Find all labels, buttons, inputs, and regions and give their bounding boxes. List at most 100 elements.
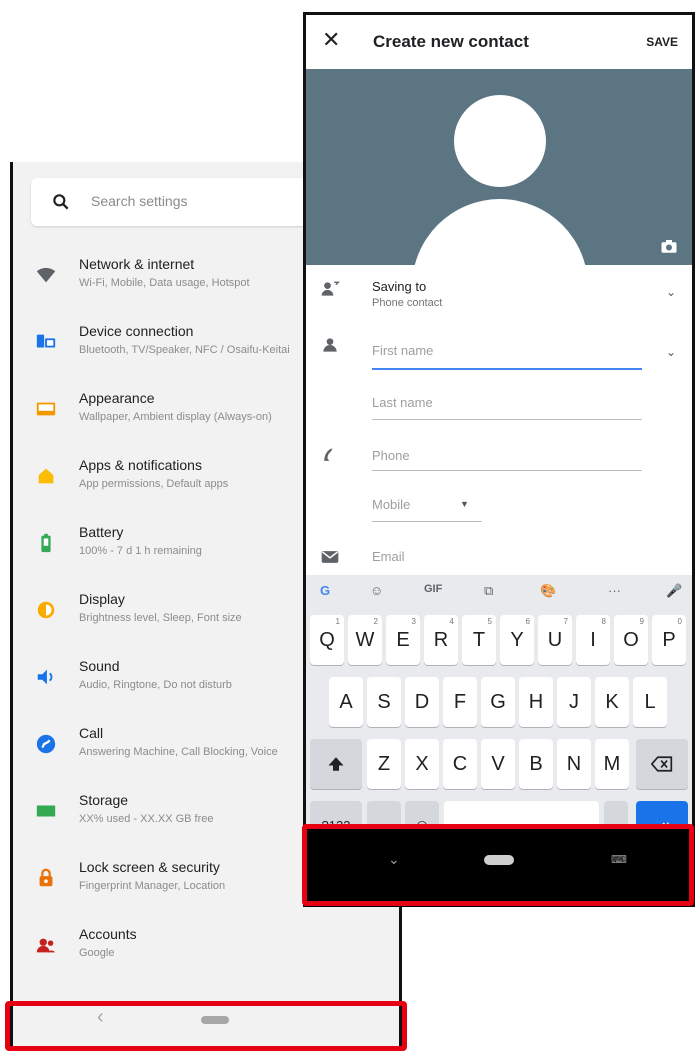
key-o[interactable]: O9 — [614, 615, 648, 665]
settings-item-subtitle: Fingerprint Manager, Location — [79, 880, 226, 892]
key-p[interactable]: P0 — [652, 615, 686, 665]
settings-item-title: Appearance — [79, 390, 155, 406]
key-w[interactable]: W2 — [348, 615, 382, 665]
more-icon[interactable]: ··· — [608, 583, 621, 598]
clipboard-icon[interactable]: ⧉ — [484, 583, 493, 599]
key-b[interactable]: B — [519, 739, 553, 789]
google-search-icon[interactable]: G — [320, 583, 330, 598]
settings-item-subtitle: App permissions, Default apps — [79, 478, 229, 490]
key-g[interactable]: G — [481, 677, 515, 727]
home-button[interactable] — [201, 1016, 229, 1024]
key-q[interactable]: Q1 — [310, 615, 344, 665]
settings-item-subtitle: Audio, Ringtone, Do not disturb — [79, 679, 232, 691]
palette-icon[interactable]: 🎨 — [540, 583, 556, 599]
settings-item-title: Call — [79, 725, 104, 741]
person-icon — [323, 338, 337, 352]
storage-icon — [36, 805, 56, 817]
camera-icon[interactable] — [660, 237, 678, 255]
key-v[interactable]: V — [481, 739, 515, 789]
microphone-icon[interactable]: 🎤 — [666, 583, 682, 599]
saving-to-value[interactable]: Phone contact — [372, 297, 442, 309]
keyboard-switch-icon[interactable]: ⌨ — [611, 853, 627, 866]
email-field[interactable]: Email — [372, 549, 405, 564]
apps-icon — [38, 468, 54, 484]
sticker-icon[interactable]: ☺ — [370, 583, 383, 598]
backspace-key[interactable] — [636, 739, 688, 789]
settings-item-title: Storage — [79, 792, 129, 808]
email-icon — [321, 551, 339, 563]
last-name-underline — [372, 419, 642, 420]
saving-to-label: Saving to — [372, 279, 427, 294]
key-hint: 0 — [677, 617, 682, 626]
settings-item-subtitle: Wallpaper, Ambient display (Always-on) — [79, 411, 272, 423]
chevron-down-icon[interactable]: ⌄ — [666, 285, 676, 299]
settings-item-title: Display — [79, 591, 125, 607]
phone-type-select[interactable]: Mobile — [372, 497, 410, 512]
key-hint: 8 — [601, 617, 606, 626]
settings-item-subtitle: Bluetooth, TV/Speaker, NFC / Osaifu-Keit… — [79, 344, 290, 356]
last-name-field[interactable]: Last name — [372, 395, 433, 410]
key-i[interactable]: I8 — [576, 615, 610, 665]
create-contact-screen: ✕ Create new contact SAVE Saving to Phon… — [303, 12, 695, 907]
settings-item-subtitle: Wi-Fi, Mobile, Data usage, Hotspot — [79, 277, 250, 289]
hide-keyboard-button[interactable]: ⌄ — [388, 851, 400, 868]
key-label: O — [623, 629, 639, 651]
account-switch-icon — [321, 281, 340, 296]
key-a[interactable]: A — [329, 677, 363, 727]
key-c[interactable]: C — [443, 739, 477, 789]
key-m[interactable]: M — [595, 739, 629, 789]
settings-item-title: Sound — [79, 658, 120, 674]
brightness-icon — [37, 601, 55, 619]
key-label: R — [433, 629, 449, 651]
key-hint: 7 — [563, 617, 568, 626]
key-label: I — [590, 629, 596, 651]
dropdown-arrow-icon: ▼ — [460, 499, 469, 509]
key-z[interactable]: Z — [367, 739, 401, 789]
key-k[interactable]: K — [595, 677, 629, 727]
key-hint: 3 — [411, 617, 416, 626]
key-u[interactable]: U7 — [538, 615, 572, 665]
settings-item-title: Network & internet — [79, 256, 195, 272]
key-hint: 2 — [373, 617, 378, 626]
key-hint: 5 — [487, 617, 492, 626]
key-r[interactable]: R4 — [424, 615, 458, 665]
first-name-underline — [372, 368, 642, 370]
key-label: E — [396, 629, 410, 651]
home-button[interactable] — [484, 855, 514, 865]
back-button[interactable]: ‹ — [97, 1006, 104, 1029]
key-x[interactable]: X — [405, 739, 439, 789]
call-icon — [36, 734, 56, 754]
key-n[interactable]: N — [557, 739, 591, 789]
key-l[interactable]: L — [633, 677, 667, 727]
key-f[interactable]: F — [443, 677, 477, 727]
close-button[interactable]: ✕ — [322, 27, 340, 53]
devices-icon — [36, 334, 56, 348]
settings-item-title: Apps & notifications — [79, 457, 202, 473]
phone-underline — [372, 470, 642, 471]
soft-keyboard: G ☺ GIF ⧉ 🎨 ··· 🎤 Q1 W2 E3 R4 T5 Y6 U7 I… — [306, 575, 692, 851]
wifi-icon — [36, 267, 56, 283]
key-label: P — [662, 629, 676, 651]
lock-icon — [39, 868, 53, 887]
save-button[interactable]: SAVE — [646, 35, 678, 49]
first-name-field[interactable]: First name — [372, 343, 433, 358]
key-s[interactable]: S — [367, 677, 401, 727]
phone-field[interactable]: Phone — [372, 448, 410, 463]
key-label: Q — [319, 629, 335, 651]
key-h[interactable]: H — [519, 677, 553, 727]
key-j[interactable]: J — [557, 677, 591, 727]
settings-item-title: Battery — [79, 524, 124, 540]
backspace-icon — [650, 756, 673, 772]
key-y[interactable]: Y6 — [500, 615, 534, 665]
key-e[interactable]: E3 — [386, 615, 420, 665]
settings-item-accounts[interactable]: Accounts Google — [13, 920, 399, 984]
contact-form: Saving to Phone contact ⌄ First name ⌄ L… — [306, 265, 692, 575]
key-t[interactable]: T5 — [462, 615, 496, 665]
contact-photo[interactable] — [306, 69, 692, 265]
expand-name-icon[interactable]: ⌄ — [666, 345, 676, 359]
key-d[interactable]: D — [405, 677, 439, 727]
gif-button[interactable]: GIF — [424, 583, 442, 595]
search-input[interactable]: Search settings — [91, 193, 188, 209]
avatar-head — [454, 95, 546, 187]
shift-key[interactable] — [310, 739, 362, 789]
